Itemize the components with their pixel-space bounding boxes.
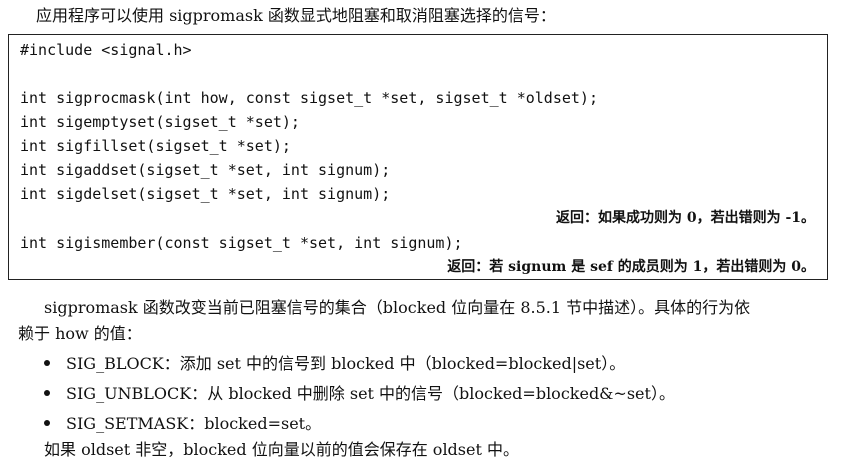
code-line-sigprocmask: int sigprocmask(int how, const sigset_t … (20, 89, 598, 107)
bullet-text: SIG_UNBLOCK：从 blocked 中删除 set 中的信号（block… (66, 384, 675, 403)
code-include-line: #include <signal.h> (20, 41, 192, 59)
code-listing-box: #include <signal.h> int sigprocmask(int … (8, 34, 828, 280)
bullet-item-sig-block: SIG_BLOCK：添加 set 中的信号到 blocked 中（blocked… (44, 352, 625, 376)
bullet-icon (44, 419, 50, 426)
code-line-sigaddset: int sigaddset(sigset_t *set, int signum)… (20, 161, 391, 179)
code-line-sigismember: int sigismember(const sigset_t *set, int… (20, 234, 463, 252)
code-line-sigfillset: int sigfillset(sigset_t *set); (20, 137, 291, 155)
paragraph-line-2: 赖于 how 的值： (18, 324, 142, 343)
intro-text: 应用程序可以使用 sigpromask 函数显式地阻塞和取消阻塞选择的信号： (36, 6, 556, 25)
code-line-sigdelset: int sigdelset(sigset_t *set, int signum)… (20, 185, 391, 203)
bullet-item-sig-unblock: SIG_UNBLOCK：从 blocked 中删除 set 中的信号（block… (44, 382, 675, 406)
paragraph-line-1: sigpromask 函数改变当前已阻塞信号的集合（blocked 位向量在 8… (44, 298, 751, 317)
return-note-2: 返回：若 signum 是 sef 的成员则为 1，若出错则为 0。 (447, 259, 815, 275)
document-page: 应用程序可以使用 sigpromask 函数显式地阻塞和取消阻塞选择的信号： #… (0, 0, 845, 467)
bullet-icon (44, 359, 50, 366)
closing-text: 如果 oldset 非空，blocked 位向量以前的值会保存在 oldset … (44, 440, 519, 459)
bullet-item-sig-setmask: SIG_SETMASK：blocked=set。 (44, 412, 321, 436)
bullet-text: SIG_BLOCK：添加 set 中的信号到 blocked 中（blocked… (66, 354, 626, 373)
return-note-1: 返回：如果成功则为 0，若出错则为 -1。 (555, 210, 815, 226)
bullet-icon (44, 389, 50, 396)
bullet-text: SIG_SETMASK：blocked=set。 (66, 414, 322, 433)
code-line-sigemptyset: int sigemptyset(sigset_t *set); (20, 113, 300, 131)
